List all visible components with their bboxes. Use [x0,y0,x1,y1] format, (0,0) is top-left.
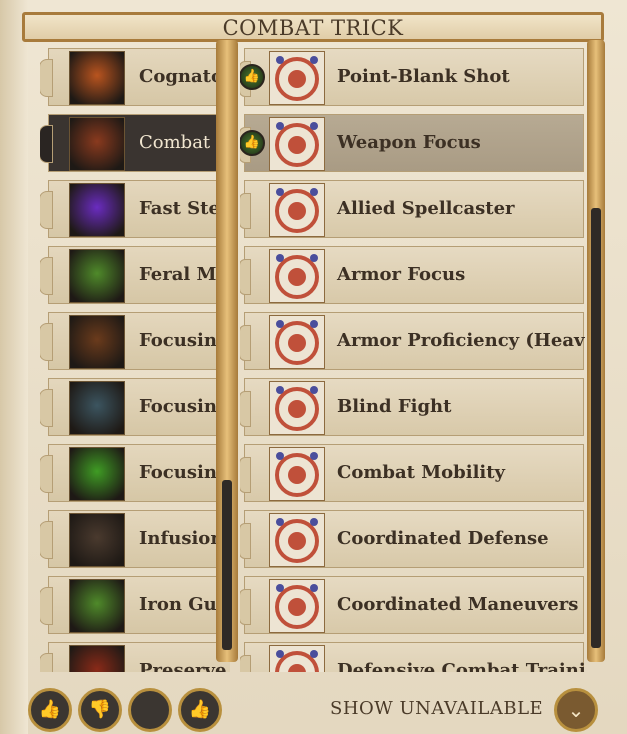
category-item[interactable]: Cognatogen [40,48,230,106]
row-tab [240,523,251,559]
feat-item-label: Point-Blank Shot [337,66,510,87]
face-icon [69,315,125,369]
category-item[interactable]: Iron Guts [40,576,230,634]
feat-item[interactable]: Armor Proficiency (Heavy Armor) [240,312,585,370]
row-tab [40,521,53,559]
feat-item[interactable]: Coordinated Defense [240,510,584,568]
panel-frame [0,0,28,734]
row-tab [40,125,53,163]
category-list-scrollbar[interactable] [216,40,238,662]
shield-icon [269,447,325,501]
feat-item[interactable]: Defensive Combat Training [240,642,585,672]
row-tab [40,257,53,295]
feat-item-label: Defensive Combat Training [337,660,585,672]
rune-icon [69,513,125,567]
swirl-icon [69,645,125,672]
scrollbar-track[interactable] [222,480,232,650]
party-icon [269,183,325,237]
category-item[interactable]: Focusing Attack [40,312,230,370]
bow-icon [269,51,325,105]
filter-recommended-mixed-button[interactable]: 👍 [28,688,72,732]
party-icon [269,513,325,567]
green-face-icon [69,447,125,501]
recommended-thumb-icon: 👍 [240,64,265,90]
sword-icon [269,117,325,171]
row-tab [240,193,251,229]
show-unavailable-label: SHOW UNAVAILABLE [330,698,544,719]
thumbs-up-down-icon: 👍 [38,699,62,720]
show-unavailable-toggle[interactable]: ⌄ [554,688,598,732]
row-tab [240,391,251,427]
thumbs-down-icon: 👎 [88,699,112,720]
feat-item[interactable]: Blind Fight [240,378,584,436]
category-item[interactable]: Infusion [40,510,230,568]
row-tab [240,259,251,295]
chevron-down-icon: ⌄ [567,698,585,722]
row-tab [40,455,53,493]
category-item[interactable]: Fast Stealth [40,180,230,238]
claws-icon [69,579,125,633]
row-tab [40,323,53,361]
category-item[interactable]: Focusing Attack [40,378,230,436]
feat-item-label: Combat Mobility [337,462,506,483]
category-item-label: Preserve Organs [139,660,230,672]
category-item[interactable]: Combat Trick [40,114,230,172]
feat-item[interactable]: Point-Blank Shot 👍 [240,48,584,106]
category-item-label: Infusion [139,528,224,549]
row-tab [240,325,251,361]
thumbs-up-icon: 👍 [188,699,212,720]
panel-header: COMBAT TRICK [22,12,604,42]
armor-icon [269,249,325,303]
filter-footer: 👍 👎 👍 SHOW UNAVAILABLE ⌄ [22,672,604,734]
feat-item-label: Coordinated Maneuvers [337,594,579,615]
scrollbar-track[interactable] [591,208,601,648]
row-tab [40,653,53,672]
feat-item-label: Weapon Focus [337,132,481,153]
row-tab [40,191,53,229]
feat-list: Point-Blank Shot 👍 Weapon Focus 👍 Allied Spe… [240,48,585,672]
feat-list-scrollbar[interactable] [587,40,605,662]
feat-item[interactable]: Armor Focus [240,246,584,304]
feat-item-label: Coordinated Defense [337,528,549,549]
feat-item-label: Blind Fight [337,396,452,417]
filter-not-recommended-button[interactable]: 👎 [78,688,122,732]
feat-item[interactable]: Allied Spellcaster [240,180,584,238]
row-tab [240,655,251,672]
row-tab [240,457,251,493]
recommended-thumb-icon: 👍 [240,130,265,156]
flask-icon [69,51,125,105]
feat-item-label: Allied Spellcaster [337,198,515,219]
category-item[interactable]: Feral Mutagen [40,246,230,304]
feat-item[interactable]: Coordinated Maneuvers [240,576,584,634]
shadow-run-icon [69,183,125,237]
claws-icon [69,249,125,303]
feat-item[interactable]: Combat Mobility [240,444,584,502]
ghost-figure-icon [69,381,125,435]
category-item[interactable]: Focusing Attack [40,444,230,502]
row-tab [40,389,53,427]
fist-icon [69,117,125,171]
panel-title: COMBAT TRICK [222,16,404,40]
filter-neutral-button[interactable] [128,688,172,732]
category-list: Cognatogen Combat Trick Fast Stealth Feral … [40,48,230,672]
shield-icon [269,645,325,672]
row-tab [40,587,53,625]
category-item[interactable]: Preserve Organs [40,642,230,672]
armor-icon [269,315,325,369]
row-tab [40,59,53,97]
party-icon [269,579,325,633]
feat-item-label: Armor Focus [337,264,466,285]
crossed-swords-icon [269,381,325,435]
row-tab [240,589,251,625]
feat-item[interactable]: Weapon Focus 👍 [240,114,584,172]
feat-item-label: Armor Proficiency (Heavy Armor) [337,330,585,351]
filter-recommended-button[interactable]: 👍 [178,688,222,732]
